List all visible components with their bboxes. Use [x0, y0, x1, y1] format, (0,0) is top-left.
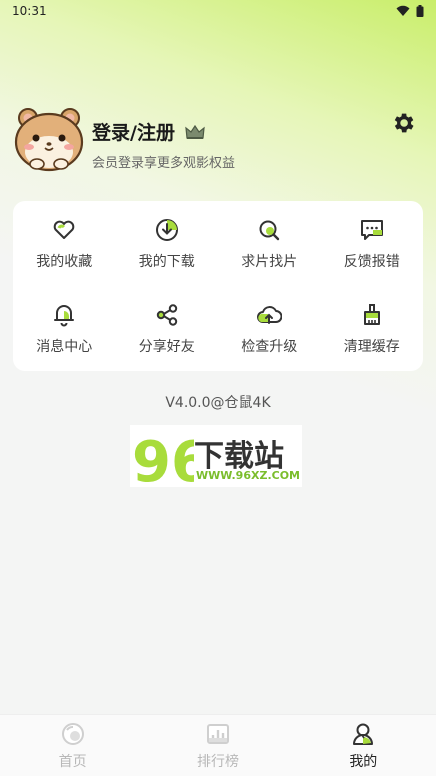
- battery-icon: [416, 5, 424, 17]
- hamster-avatar[interactable]: [12, 104, 86, 174]
- wifi-icon: [396, 5, 410, 16]
- nav-mine[interactable]: 我的: [291, 715, 436, 776]
- download-icon: [155, 218, 178, 241]
- menu-label: 检查升级: [241, 338, 298, 355]
- svg-text:96: 96: [132, 430, 194, 487]
- profile-header[interactable]: 登录/注册 会员登录享更多观影权益: [12, 104, 424, 178]
- cloud-upload-icon: [257, 305, 283, 324]
- login-label[interactable]: 登录/注册: [92, 118, 175, 145]
- profile-icon: [353, 723, 374, 745]
- nav-label: 首页: [58, 753, 87, 770]
- watermark-96-logo: 96: [132, 430, 194, 487]
- status-icons: [396, 5, 424, 17]
- menu-messages[interactable]: 消息中心: [13, 286, 116, 371]
- app-version-text: V4.0.0@仓鼠4K: [165, 395, 271, 411]
- bottom-navigation: 首页 排行榜 我的: [0, 714, 436, 776]
- ranking-icon: [206, 723, 229, 744]
- nav-ranking[interactable]: 排行榜: [145, 715, 290, 776]
- nav-home[interactable]: 首页: [0, 715, 145, 776]
- status-bar: 10:31: [0, 0, 436, 22]
- menu-label: 反馈报错: [343, 253, 400, 270]
- home-icon: [61, 722, 84, 745]
- menu-share[interactable]: 分享好友: [116, 286, 219, 371]
- menu-feedback[interactable]: 反馈报错: [321, 201, 424, 286]
- heart-icon: [53, 220, 75, 239]
- menu-label: 消息中心: [36, 338, 93, 355]
- menu-label: 清理缓存: [343, 338, 400, 355]
- menu-request-movie[interactable]: 求片找片: [218, 201, 321, 286]
- crown-icon: [185, 124, 205, 139]
- watermark-logo: 96 下载站 WWW.96XZ.COM: [130, 425, 302, 487]
- status-time: 10:31: [12, 4, 47, 18]
- settings-gear-icon[interactable]: [390, 110, 416, 136]
- menu-label: 求片找片: [241, 253, 298, 270]
- share-icon: [156, 303, 177, 326]
- search-icon: [259, 220, 280, 240]
- bell-icon: [54, 304, 75, 326]
- login-register-link[interactable]: 登录/注册: [92, 118, 205, 145]
- function-menu-card: 我的收藏 我的下载 求片找片 反馈报错 消息中心 分享好友 检查升级 清理缓存: [13, 201, 423, 371]
- member-benefits-text: 会员登录享更多观影权益: [92, 156, 236, 171]
- broom-icon: [363, 303, 380, 325]
- menu-label: 我的收藏: [36, 253, 93, 270]
- watermark-url: WWW.96XZ.COM: [196, 469, 300, 482]
- nav-label: 排行榜: [196, 753, 239, 770]
- menu-clear-cache[interactable]: 清理缓存: [321, 286, 424, 371]
- nav-label: 我的: [349, 753, 378, 770]
- menu-check-update[interactable]: 检查升级: [218, 286, 321, 371]
- feedback-icon: [360, 219, 383, 240]
- menu-label: 分享好友: [138, 338, 195, 355]
- menu-label: 我的下载: [138, 253, 195, 270]
- menu-favorites[interactable]: 我的收藏: [13, 201, 116, 286]
- menu-downloads[interactable]: 我的下载: [116, 201, 219, 286]
